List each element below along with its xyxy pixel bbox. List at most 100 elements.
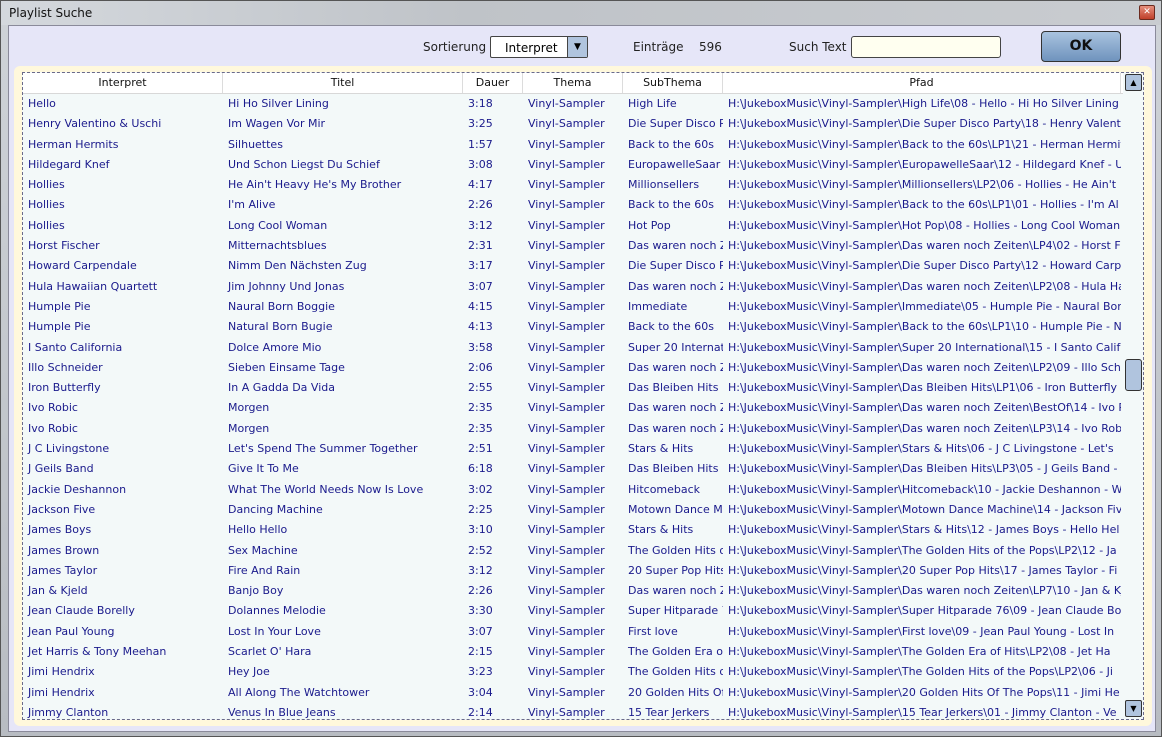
table-row[interactable]: Henry Valentino & Uschi Im Wagen Vor Mir 3… — [23, 114, 1123, 134]
cell-subthema: The Golden Era of Hits — [628, 645, 723, 659]
window-title: Playlist Suche — [9, 6, 93, 20]
cell-thema: Vinyl-Sampler — [528, 584, 605, 598]
column-header-titel[interactable]: Titel — [223, 73, 463, 93]
table-row[interactable]: Ivo Robic Morgen 2:35 Vinyl-Sampler Das ware… — [23, 419, 1123, 439]
cell-interpret: Jan & Kjeld — [28, 584, 88, 598]
cell-interpret: James Brown — [28, 543, 100, 557]
cell-interpret: Illo Schneider — [28, 360, 103, 374]
cell-titel: He Ain't Heavy He's My Brother — [228, 178, 402, 192]
cell-pfad: H:\JukeboxMusic\Vinyl-Sampler\Hot Pop\08… — [728, 218, 1121, 232]
entries-label: Einträge — [633, 40, 684, 54]
cell-dauer: 3:30 — [468, 604, 493, 618]
cell-thema: Vinyl-Sampler — [528, 259, 605, 273]
cell-subthema: Die Super Disco Party — [628, 117, 723, 131]
table-row[interactable]: Hollies I'm Alive 2:26 Vinyl-Sampler Back to… — [23, 195, 1123, 215]
cell-dauer: 2:25 — [468, 502, 493, 516]
cell-dauer: 2:31 — [468, 239, 493, 253]
cell-thema: Vinyl-Sampler — [528, 198, 605, 212]
column-header-thema[interactable]: Thema — [523, 73, 623, 93]
close-button[interactable]: ✕ — [1139, 5, 1155, 20]
table-row[interactable]: Jackie Deshannon What The World Needs Now… — [23, 480, 1123, 500]
table-row[interactable]: Illo Schneider Sieben Einsame Tage 2:06 Vin… — [23, 358, 1123, 378]
cell-dauer: 6:18 — [468, 462, 493, 476]
table-row[interactable]: Hollies He Ain't Heavy He's My Brother 4:1… — [23, 175, 1123, 195]
ok-button[interactable]: OK — [1041, 31, 1121, 62]
table-row[interactable]: Herman Hermits Silhuettes 1:57 Vinyl-Sample… — [23, 135, 1123, 155]
cell-interpret: Jean Claude Borelly — [28, 604, 135, 618]
cell-titel: Sieben Einsame Tage — [228, 360, 345, 374]
cell-pfad: H:\JukeboxMusic\Vinyl-Sampler\The Golden… — [728, 543, 1117, 557]
cell-subthema: Das waren noch Zeiten — [628, 401, 723, 415]
table-row[interactable]: Hollies Long Cool Woman 3:12 Vinyl-Sampler H… — [23, 216, 1123, 236]
cell-interpret: Hollies — [28, 178, 65, 192]
search-input[interactable] — [851, 36, 1001, 58]
table-row[interactable]: Jimi Hendrix Hey Joe 3:23 Vinyl-Sampler The … — [23, 662, 1123, 682]
table-row[interactable]: Jimi Hendrix All Along The Watchtower 3:04… — [23, 683, 1123, 703]
table-row[interactable]: Hello Hi Ho Silver Lining 3:18 Vinyl-Sample… — [23, 94, 1123, 114]
column-header-interpret[interactable]: Interpret — [23, 73, 223, 93]
sort-label: Sortierung — [423, 40, 487, 54]
cell-dauer: 3:04 — [468, 685, 493, 699]
cell-pfad: H:\JukeboxMusic\Vinyl-Sampler\Das waren … — [728, 584, 1121, 598]
column-header-pfad[interactable]: Pfad — [723, 73, 1121, 93]
cell-interpret: Ivo Robic — [28, 421, 78, 435]
table-row[interactable]: Iron Butterfly In A Gadda Da Vida 2:55 Viny… — [23, 378, 1123, 398]
column-header-dauer[interactable]: Dauer — [463, 73, 523, 93]
table-row[interactable]: Horst Fischer Mitternachtsblues 2:31 Vinyl-… — [23, 236, 1123, 256]
cell-pfad: H:\JukeboxMusic\Vinyl-Sampler\Das waren … — [728, 360, 1121, 374]
cell-titel: Banjo Boy — [228, 584, 284, 598]
results-table: Interpret Titel Dauer Thema SubThema Pfad Hel… — [22, 72, 1144, 720]
cell-pfad: H:\JukeboxMusic\Vinyl-Sampler\Das waren … — [728, 279, 1121, 293]
vertical-scrollbar[interactable]: ▲ ▼ — [1123, 73, 1143, 719]
table-row[interactable]: Howard Carpendale Nimm Den Nächsten Zug 3:… — [23, 256, 1123, 276]
cell-titel: Dolannes Melodie — [228, 604, 326, 618]
close-icon: ✕ — [1143, 7, 1151, 17]
chevron-down-icon[interactable]: ▼ — [567, 37, 587, 57]
cell-subthema: Das waren noch Zeiten — [628, 584, 723, 598]
table-row[interactable]: James Taylor Fire And Rain 3:12 Vinyl-Sampl… — [23, 561, 1123, 581]
cell-thema: Vinyl-Sampler — [528, 320, 605, 334]
table-row[interactable]: Humple Pie Naural Born Boggie 4:15 Vinyl-Sa… — [23, 297, 1123, 317]
cell-thema: Vinyl-Sampler — [528, 543, 605, 557]
table-row[interactable]: Jean Paul Young Lost In Your Love 3:07 Viny… — [23, 622, 1123, 642]
cell-subthema: Das waren noch Zeiten — [628, 421, 723, 435]
table-row[interactable]: Hula Hawaiian Quartett Jim Johnny Und Jon… — [23, 277, 1123, 297]
sort-dropdown[interactable]: Interpret ▼ — [490, 36, 588, 58]
table-row[interactable]: Jan & Kjeld Banjo Boy 2:26 Vinyl-Sampler Das… — [23, 581, 1123, 601]
table-row[interactable]: I Santo California Dolce Amore Mio 3:58 Vin… — [23, 338, 1123, 358]
cell-subthema: 20 Super Pop Hits — [628, 563, 723, 577]
scroll-down-button[interactable]: ▼ — [1125, 700, 1142, 717]
column-header-subthema[interactable]: SubThema — [623, 73, 723, 93]
cell-titel: Dancing Machine — [228, 502, 323, 516]
table-row[interactable]: J Geils Band Give It To Me 6:18 Vinyl-Sampl… — [23, 459, 1123, 479]
cell-pfad: H:\JukeboxMusic\Vinyl-Sampler\Back to th… — [728, 198, 1119, 212]
scroll-thumb[interactable] — [1125, 359, 1142, 392]
scroll-up-button[interactable]: ▲ — [1125, 74, 1142, 91]
cell-thema: Vinyl-Sampler — [528, 97, 605, 110]
table-row[interactable]: Ivo Robic Morgen 2:35 Vinyl-Sampler Das ware… — [23, 398, 1123, 418]
cell-interpret: James Boys — [28, 523, 92, 537]
table-body: Hello Hi Ho Silver Lining 3:18 Vinyl-Sample… — [23, 94, 1123, 719]
cell-dauer: 2:55 — [468, 381, 493, 395]
table-row[interactable]: Jean Claude Borelly Dolannes Melodie 3:30 V… — [23, 601, 1123, 621]
table-row[interactable]: James Brown Sex Machine 2:52 Vinyl-Sampler T… — [23, 541, 1123, 561]
cell-dauer: 3:02 — [468, 482, 493, 496]
cell-subthema: 20 Golden Hits Of The Pops — [628, 685, 723, 699]
table-row[interactable]: Jimmy Clanton Venus In Blue Jeans 2:14 Viny… — [23, 703, 1123, 719]
table-row[interactable]: Jackson Five Dancing Machine 2:25 Vinyl-Sam… — [23, 500, 1123, 520]
cell-titel: Natural Born Bugie — [228, 320, 333, 334]
cell-thema: Vinyl-Sampler — [528, 421, 605, 435]
table-row[interactable]: Humple Pie Natural Born Bugie 4:13 Vinyl-Sa… — [23, 317, 1123, 337]
table-row[interactable]: James Boys Hello Hello 3:10 Vinyl-Sampler St… — [23, 520, 1123, 540]
cell-pfad: H:\JukeboxMusic\Vinyl-Sampler\The Golden… — [728, 665, 1113, 679]
table-row[interactable]: Hildegard Knef Und Schon Liegst Du Schief… — [23, 155, 1123, 175]
title-bar[interactable]: Playlist Suche ✕ — [1, 1, 1161, 25]
cell-dauer: 3:07 — [468, 624, 493, 638]
cell-thema: Vinyl-Sampler — [528, 482, 605, 496]
table-row[interactable]: J C Livingstone Let's Spend The Summer To… — [23, 439, 1123, 459]
results-panel: Interpret Titel Dauer Thema SubThema Pfad Hel… — [14, 66, 1152, 726]
cell-pfad: H:\JukeboxMusic\Vinyl-Sampler\Back to th… — [728, 137, 1121, 151]
cell-interpret: Jean Paul Young — [28, 624, 115, 638]
table-row[interactable]: Jet Harris & Tony Meehan Scarlet O' Hara 2… — [23, 642, 1123, 662]
cell-thema: Vinyl-Sampler — [528, 604, 605, 618]
